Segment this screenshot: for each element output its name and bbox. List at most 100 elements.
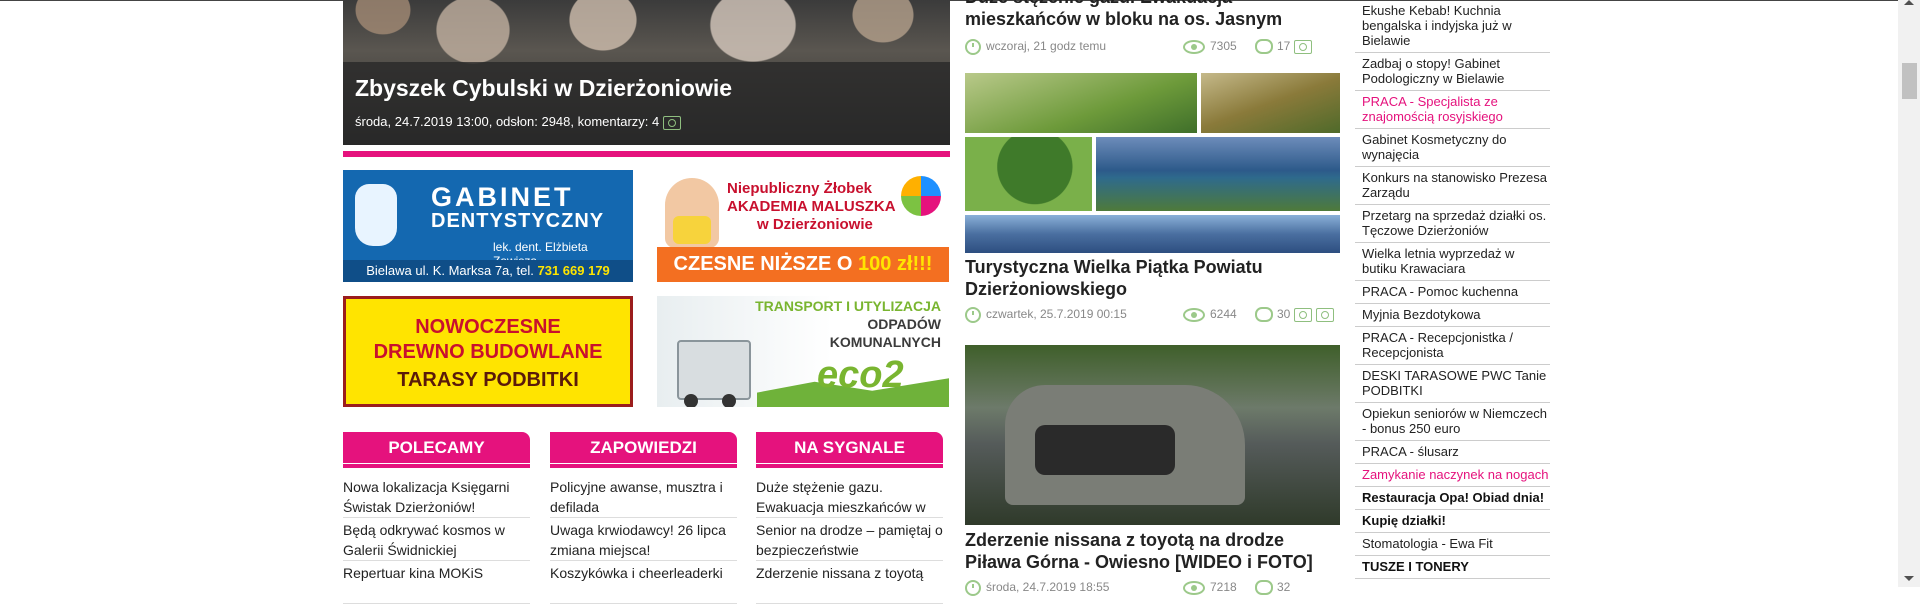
article-meta: wczoraj, 21 godz temu 7305 17 (965, 36, 1340, 56)
camera-icon (663, 116, 682, 130)
camera-icon (1294, 307, 1313, 322)
hero-meta-text: środa, 24.7.2019 13:00, odsłon: 2948, ko… (355, 114, 660, 130)
sidebar-item[interactable]: Konkurs na stanowisko Prezesa Zarządu (1355, 167, 1550, 205)
photo-tile (1096, 137, 1340, 211)
column-header-polecamy[interactable]: POLECAMY (343, 432, 530, 468)
article-date: wczoraj, 21 godz temu (986, 39, 1107, 53)
clock-icon (965, 306, 981, 323)
sidebar-item[interactable]: Zamykanie naczynek na nogach (1355, 464, 1550, 487)
list-item[interactable]: Nowa lokalizacja Księgarni Świstak Dzier… (343, 475, 530, 518)
sidebar-item[interactable]: Myjnia Bezdotykowa (1355, 304, 1550, 327)
nursery-ad-banner[interactable]: Niepubliczny Żłobek AKADEMIA MALUSZKA w … (657, 170, 949, 282)
sidebar-item[interactable]: PRACA - Specjalista ze znajomością rosyj… (1355, 91, 1550, 129)
article-title[interactable]: Turystyczna Wielka Piątka Powiatu Dzierż… (965, 256, 1340, 300)
list-item[interactable]: Zderzenie nissana z toyotą (756, 561, 943, 604)
ad-address-text: Bielawa ul. K. Marksa 7a, tel. (366, 263, 534, 278)
ad-line: KOMUNALNYCH (829, 334, 941, 350)
ad-promo-amount: 100 zł!!! (858, 253, 933, 275)
eye-icon (1183, 39, 1205, 54)
article-meta: środa, 24.7.2019 18:55 7218 32 (965, 577, 1340, 597)
video-camera-icon (1316, 307, 1335, 322)
sidebar-item[interactable]: Gabinet Kosmetyczny do wynajęcia (1355, 129, 1550, 167)
article-1: Duże stężenie gazu. Ewakuacja mieszkańcó… (965, 0, 1340, 56)
scroll-down-arrow-icon[interactable] (1904, 576, 1914, 581)
comments-value: 17 (1277, 39, 1291, 53)
list-item[interactable]: Koszykówka i cheerleaderki (550, 561, 737, 604)
article-title[interactable]: Duże stężenie gazu. Ewakuacja mieszkańcó… (965, 0, 1340, 30)
sidebar-item[interactable]: TUSZE I TONERY (1355, 556, 1550, 579)
sidebar-item[interactable]: Wielka letnia wyprzedaż w butiku Krawaci… (1355, 243, 1550, 281)
views-value: 6244 (1210, 307, 1237, 321)
views-count: 7305 (1183, 36, 1237, 56)
article-meta: czwartek, 25.7.2019 00:15 6244 30 (965, 304, 1340, 324)
ad-promo: CZESNE NIŻSZE O 100 zł!!! (657, 247, 949, 282)
ad-line: TRANSPORT I UTYLIZACJA (755, 298, 941, 314)
car-photo (1005, 385, 1245, 505)
eye-icon (1183, 580, 1205, 595)
sidebar-item[interactable]: Kupię działki! (1355, 510, 1550, 533)
eye-icon (1183, 307, 1205, 322)
list-polecamy: Nowa lokalizacja Księgarni Świstak Dzier… (343, 475, 530, 604)
sidebar-item[interactable]: Restauracja Opa! Obiad dnia! (1355, 487, 1550, 510)
sidebar-item[interactable]: Zadbaj o stopy! Gabinet Podologiczny w B… (1355, 53, 1550, 91)
hero-title[interactable]: Zbyszek Cybulski w Dzierżoniowie (355, 75, 732, 102)
sidebar-item[interactable]: PRACA - Pomoc kuchenna (1355, 281, 1550, 304)
sidebar-item[interactable]: Stomatologia - Ewa Fit (1355, 533, 1550, 556)
baby-image (665, 178, 719, 248)
scroll-up-arrow-icon[interactable] (1904, 0, 1914, 5)
ad-phone: 731 669 179 (537, 263, 610, 278)
article-date: środa, 24.7.2019 18:55 (986, 580, 1110, 594)
column-header-zapowiedzi[interactable]: ZAPOWIEDZI (550, 432, 737, 468)
comments-count: 30 (1255, 304, 1335, 324)
article-3-image[interactable] (965, 345, 1340, 525)
ad-line: w Dzierżoniowie (757, 216, 873, 233)
ad-line: AKADEMIA MALUSZKA (727, 198, 896, 215)
sidebar-item[interactable]: PRACA - ślusarz (1355, 441, 1550, 464)
list-item[interactable]: Uwaga krwiodawcy! 26 lipca zmiana miejsc… (550, 518, 737, 561)
ad-line: DENTYSTYCZNY (431, 210, 605, 232)
sidebar-item[interactable]: DESKI TARASOWE PWC Tanie PODBITKI (1355, 365, 1550, 403)
list-item[interactable]: Duże stężenie gazu. Ewakuacja mieszkańcó… (756, 475, 943, 518)
sidebar-item[interactable]: Ekushe Kebab! Kuchnia bengalska i indyjs… (1355, 0, 1550, 53)
comment-icon (1255, 307, 1273, 323)
list-item[interactable]: Senior na drodze – pamiętaj o bezpieczeń… (756, 518, 943, 561)
photo-tile (965, 137, 1092, 211)
comments-value: 32 (1277, 580, 1291, 594)
list-item[interactable]: Będą odkrywać kosmos w Galerii Świdnicki… (343, 518, 530, 561)
ad-promo-text: CZESNE NIŻSZE O (673, 253, 858, 275)
hero-meta: środa, 24.7.2019 13:00, odsłon: 2948, ko… (355, 114, 682, 130)
clock-icon (965, 579, 981, 596)
views-value: 7305 (1210, 39, 1237, 53)
photo-tile (965, 215, 1340, 253)
photo-tile (1201, 73, 1340, 133)
comments-value: 30 (1277, 307, 1291, 321)
sidebar-list: Ekushe Kebab! Kuchnia bengalska i indyjs… (1355, 0, 1550, 579)
comments-count: 32 (1255, 577, 1290, 597)
views-count: 6244 (1183, 304, 1237, 324)
ad-line: DREWNO BUDOWLANE (373, 341, 603, 363)
article-title[interactable]: Zderzenie nissana z toyotą na drodze Pił… (965, 529, 1340, 573)
sidebar-item[interactable]: PRACA - Recepcjonistka / Recepcjonista (1355, 327, 1550, 365)
scrollbar-thumb[interactable] (1902, 63, 1917, 99)
article-date: czwartek, 25.7.2019 00:15 (986, 307, 1127, 321)
list-item[interactable]: Repertuar kina MOKiS (343, 561, 530, 604)
article-2: Turystyczna Wielka Piątka Powiatu Dzierż… (965, 256, 1340, 324)
sidebar-item[interactable]: Opiekun seniorów w Niemczech - bonus 250… (1355, 403, 1550, 441)
pink-divider (343, 151, 950, 157)
clock-icon (965, 38, 981, 55)
ad-line: TARASY PODBITKI (397, 369, 579, 391)
eco-logo-text: eco (817, 354, 883, 396)
nursery-logo-icon (901, 176, 941, 216)
ad-line: GABINET (431, 182, 574, 212)
list-item[interactable]: Policyjne awanse, musztra i defilada (550, 475, 737, 518)
column-header-na-sygnale[interactable]: NA SYGNALE (756, 432, 943, 468)
ad-line: ODPADÓW (867, 316, 941, 332)
ad-address: Bielawa ul. K. Marksa 7a, tel. 731 669 1… (343, 260, 633, 282)
sidebar-item[interactable]: Przetarg na sprzedaż działki os. Tęczowe… (1355, 205, 1550, 243)
wood-ad-banner[interactable]: NOWOCZESNE DREWNO BUDOWLANE TARASY PODBI… (343, 296, 633, 407)
dentist-ad-banner[interactable]: GABINET DENTYSTYCZNY lek. dent. Elżbieta… (343, 170, 633, 282)
article-2-image-collage[interactable] (965, 73, 1340, 253)
eco-ad-banner[interactable]: TRANSPORT I UTYLIZACJA ODPADÓW KOMUNALNY… (657, 296, 949, 407)
comment-icon (1255, 39, 1273, 55)
hero-article[interactable]: Zbyszek Cybulski w Dzierżoniowie środa, … (343, 0, 950, 145)
